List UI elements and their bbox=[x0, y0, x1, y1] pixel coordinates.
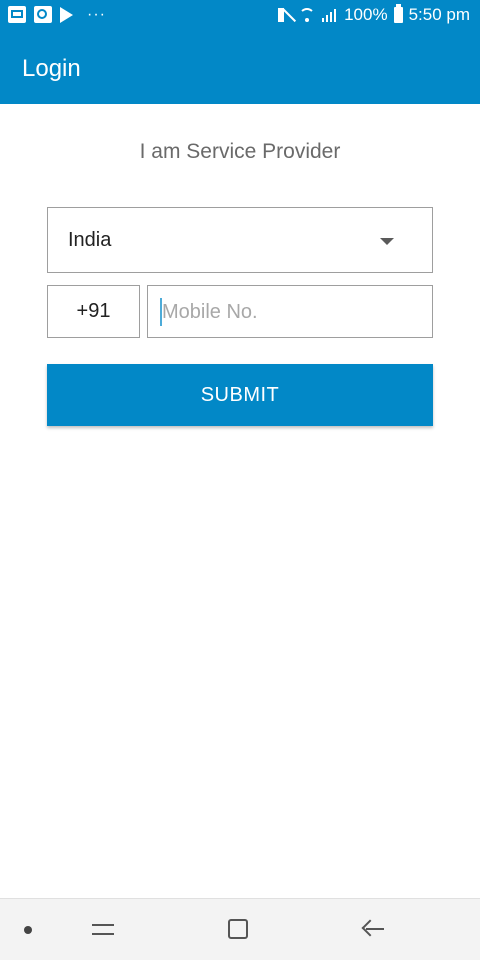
back-icon[interactable] bbox=[362, 918, 384, 940]
status-notifications: ··· bbox=[8, 6, 106, 23]
country-code: +91 bbox=[47, 285, 140, 338]
signal-icon bbox=[322, 8, 338, 22]
battery-percentage: 100% bbox=[344, 5, 388, 24]
country-selected-value: India bbox=[68, 229, 112, 251]
app-bar: ··· 100% 5:50 pm Login bbox=[0, 0, 480, 104]
mobile-field-container[interactable] bbox=[147, 285, 433, 338]
gallery-icon bbox=[34, 6, 52, 23]
home-icon[interactable] bbox=[228, 919, 248, 939]
clock: 5:50 pm bbox=[408, 5, 470, 24]
dropdown-arrow-icon bbox=[380, 238, 394, 245]
play-store-icon bbox=[60, 6, 73, 23]
status-bar: ··· 100% 5:50 pm bbox=[0, 0, 480, 32]
country-dropdown[interactable]: India bbox=[47, 207, 433, 273]
page-title: Login bbox=[22, 55, 81, 82]
mobile-number-input[interactable] bbox=[162, 299, 412, 325]
mail-icon bbox=[8, 6, 26, 23]
more-notifications-icon: ··· bbox=[87, 5, 106, 23]
role-subtitle: I am Service Provider bbox=[139, 140, 341, 163]
battery-icon bbox=[393, 4, 403, 23]
dot-icon[interactable] bbox=[24, 926, 32, 934]
status-system: 100% 5:50 pm bbox=[278, 4, 470, 25]
submit-button[interactable]: SUBMIT bbox=[47, 364, 433, 426]
mute-icon bbox=[278, 8, 292, 22]
system-nav-bar bbox=[0, 898, 480, 960]
recent-apps-icon[interactable] bbox=[92, 918, 116, 940]
wifi-icon bbox=[298, 8, 316, 22]
